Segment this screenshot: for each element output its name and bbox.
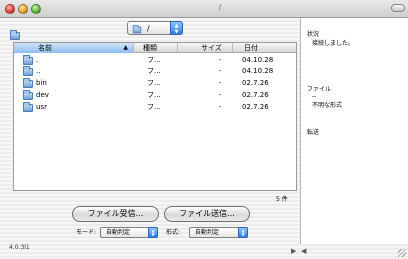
minimize-window-icon[interactable] bbox=[18, 4, 28, 14]
row-date: 02.7.26 bbox=[242, 79, 269, 87]
format-select[interactable]: 自動判定 ▲ ▼ bbox=[189, 227, 248, 238]
mode-label: モード: bbox=[76, 229, 97, 236]
close-window-icon[interactable] bbox=[5, 4, 15, 14]
row-kind: フ... bbox=[147, 79, 161, 87]
header-kind-label: 種類 bbox=[143, 44, 157, 52]
row-date: 04.10.28 bbox=[242, 67, 274, 75]
header-name[interactable]: 名前 ▲ bbox=[14, 43, 134, 53]
header-size[interactable]: サイズ bbox=[178, 43, 233, 53]
row-date: 02.7.26 bbox=[242, 103, 269, 111]
row-kind: フ... bbox=[147, 56, 161, 64]
log-panel: 状況 接続しました。 ファイル -- 不明な形式 転送 bbox=[301, 18, 408, 244]
row-name: usr bbox=[36, 103, 47, 111]
header-name-label: 名前 bbox=[38, 44, 52, 52]
path-folder-icon bbox=[132, 24, 142, 34]
folder-icon bbox=[23, 90, 33, 100]
file-format-text: 不明な形式 bbox=[312, 102, 343, 109]
table-row[interactable]: bin フ... - 02.7.26 bbox=[14, 78, 296, 89]
item-count: 5 件 bbox=[276, 196, 288, 203]
table-row[interactable]: dev フ... - 02.7.26 bbox=[14, 90, 296, 101]
table-row[interactable]: usr フ... - 02.7.26 bbox=[14, 102, 296, 113]
row-kind: フ... bbox=[147, 91, 161, 99]
table-row[interactable]: . フ... - 04.10.28 bbox=[14, 55, 296, 66]
send-file-button[interactable]: ファイル送信... bbox=[164, 206, 250, 222]
scroll-right-icon[interactable]: ▶ bbox=[291, 247, 296, 255]
popup-arrows-icon: ▲ ▼ bbox=[170, 21, 183, 35]
format-label: 形式: bbox=[166, 229, 181, 236]
toolbar-toggle-button[interactable] bbox=[391, 4, 405, 12]
status-text: 接続しました。 bbox=[312, 40, 355, 47]
row-date: 02.7.26 bbox=[242, 91, 269, 99]
row-name: dev bbox=[36, 91, 49, 99]
title-bar[interactable]: / bbox=[0, 0, 408, 18]
row-kind: フ... bbox=[147, 103, 161, 111]
row-size: - bbox=[219, 79, 222, 87]
format-arrows-icon: ▲ ▼ bbox=[238, 227, 248, 238]
row-date: 04.10.28 bbox=[242, 56, 274, 64]
status-title: 状況 bbox=[307, 31, 320, 38]
format-value: 自動判定 bbox=[195, 229, 220, 236]
receive-file-button[interactable]: ファイル受信... bbox=[72, 206, 159, 222]
header-date[interactable]: 日付 bbox=[233, 43, 298, 53]
sort-ascending-icon: ▲ bbox=[123, 44, 128, 51]
mode-value: 自動判定 bbox=[106, 229, 131, 236]
zoom-window-icon[interactable] bbox=[31, 4, 41, 14]
mode-arrows-icon: ▲ ▼ bbox=[148, 227, 158, 238]
current-folder-icon bbox=[10, 30, 20, 40]
row-size: - bbox=[219, 67, 222, 75]
ftp-window: / / ▲ ▼ 名前 ▲ 種類 サイズ 日付 . フ... - 04.10.28… bbox=[0, 0, 408, 259]
transfer-title: 転送 bbox=[307, 129, 320, 136]
row-kind: フ... bbox=[147, 67, 161, 75]
folder-icon bbox=[23, 102, 33, 112]
path-value: / bbox=[147, 24, 150, 33]
folder-icon bbox=[23, 66, 33, 76]
file-dash: -- bbox=[312, 93, 317, 100]
file-list[interactable]: 名前 ▲ 種類 サイズ 日付 . フ... - 04.10.28 .. フ...… bbox=[13, 42, 297, 191]
row-name: . bbox=[36, 56, 39, 64]
path-popup[interactable]: / ▲ ▼ bbox=[127, 21, 183, 35]
folder-icon bbox=[23, 78, 33, 88]
row-size: - bbox=[219, 103, 222, 111]
row-size: - bbox=[219, 56, 222, 64]
mode-select[interactable]: 自動判定 ▲ ▼ bbox=[100, 227, 158, 238]
header-size-label: サイズ bbox=[201, 44, 222, 52]
header-date-label: 日付 bbox=[244, 44, 258, 52]
bottom-scrollbar[interactable]: ▶ ◀ bbox=[0, 243, 408, 259]
header-kind[interactable]: 種類 bbox=[134, 43, 178, 53]
scroll-left-icon[interactable]: ◀ bbox=[301, 247, 306, 255]
table-header: 名前 ▲ 種類 サイズ 日付 bbox=[14, 43, 296, 53]
file-title: ファイル bbox=[307, 86, 332, 93]
row-name: .. bbox=[36, 67, 41, 75]
row-size: - bbox=[219, 91, 222, 99]
window-title: / bbox=[218, 3, 222, 11]
resize-grip-icon[interactable] bbox=[398, 249, 406, 257]
folder-icon bbox=[23, 55, 33, 65]
row-name: bin bbox=[36, 79, 47, 87]
table-row[interactable]: .. フ... - 04.10.28 bbox=[14, 66, 296, 77]
